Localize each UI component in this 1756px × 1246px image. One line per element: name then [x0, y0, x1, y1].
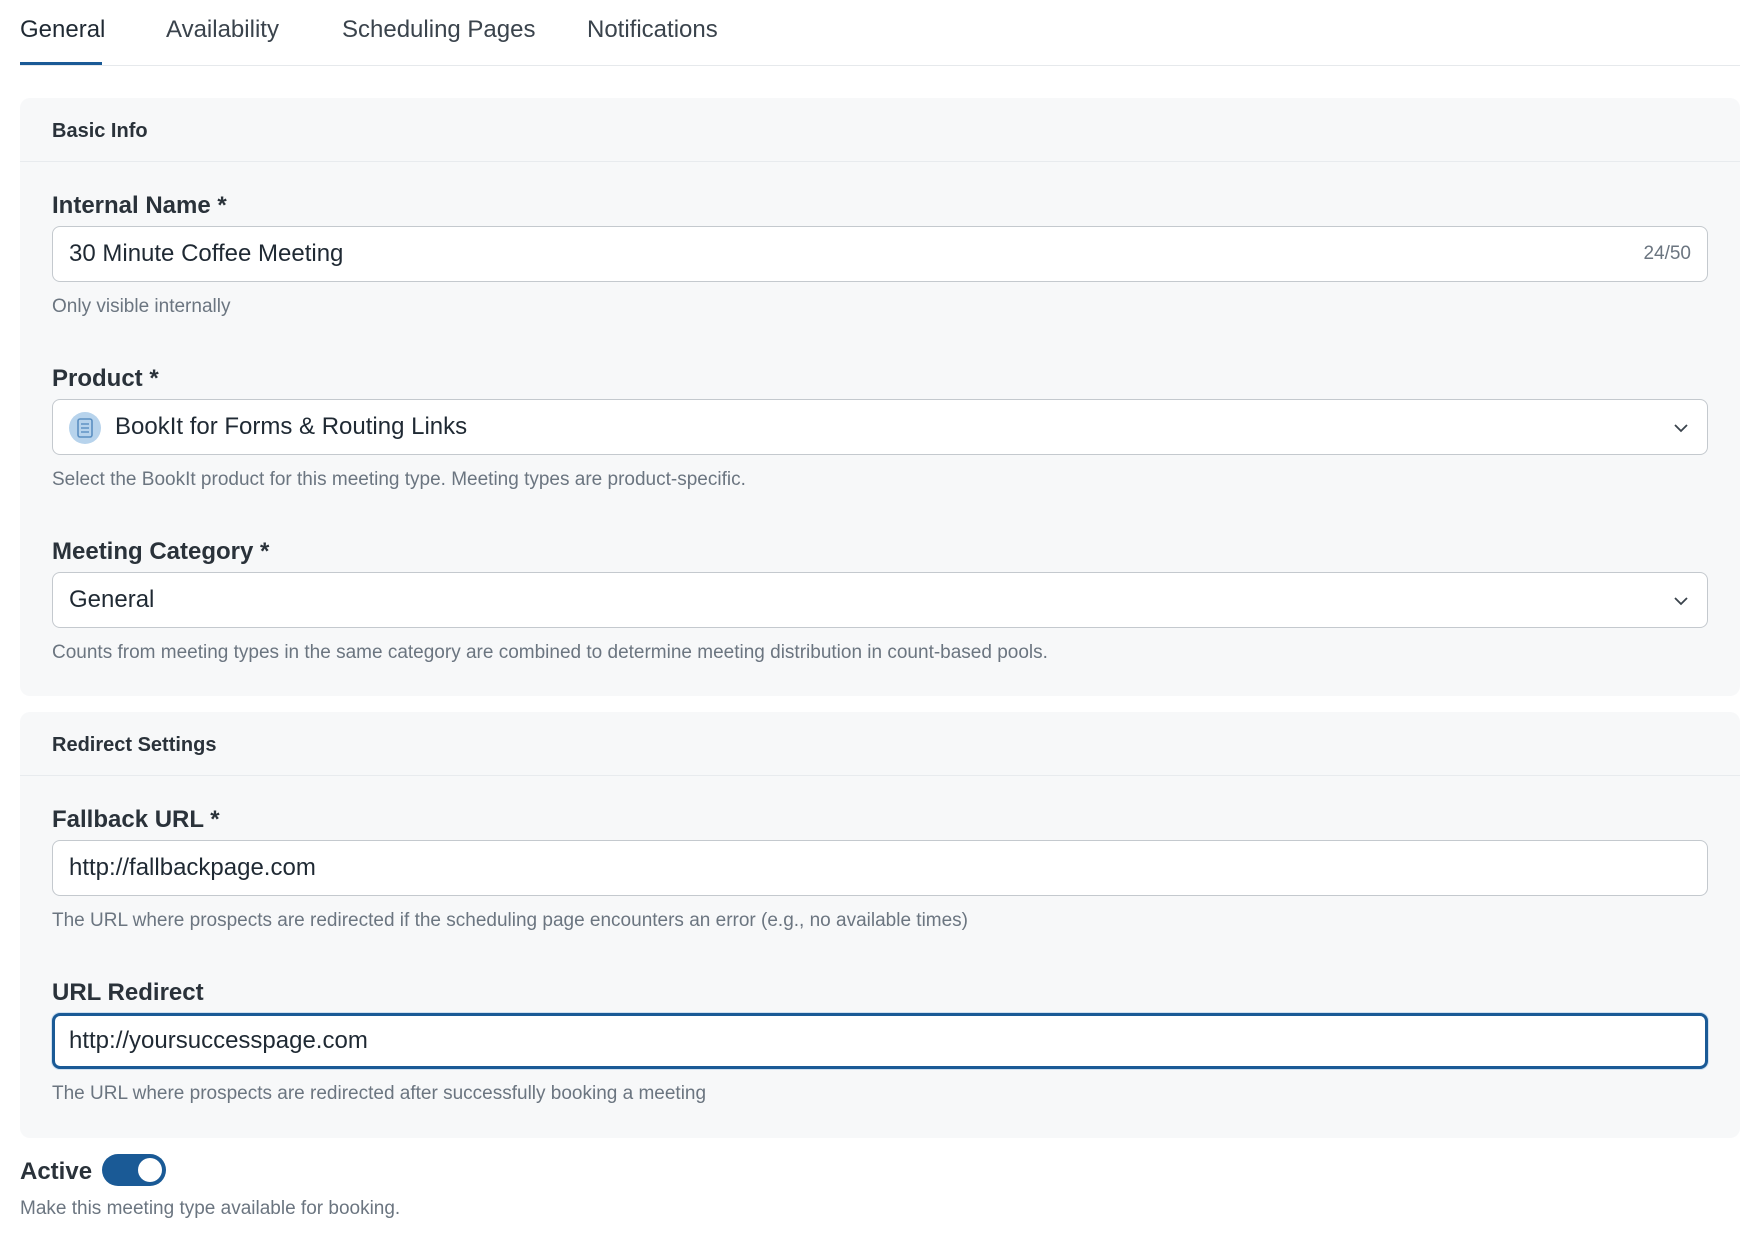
url-redirect-value: http://yoursuccesspage.com	[69, 1027, 368, 1054]
section-title: Redirect Settings	[52, 734, 217, 756]
fallback-url-value: http://fallbackpage.com	[69, 854, 316, 881]
fallback-url-help: The URL where prospects are redirected i…	[52, 910, 969, 931]
document-icon	[69, 412, 101, 444]
tab-availability[interactable]: Availability	[166, 16, 279, 44]
tab-bar: General Availability Scheduling Pages No…	[20, 0, 1740, 66]
chevron-down-icon	[1674, 424, 1688, 433]
product-select[interactable]: BookIt for Forms & Routing Links	[52, 399, 1708, 455]
active-toggle[interactable]	[102, 1154, 166, 1186]
url-redirect-help: The URL where prospects are redirected a…	[52, 1083, 707, 1104]
basic-info-header: Basic Info	[20, 98, 1740, 162]
product-label: Product *	[52, 365, 159, 392]
redirect-settings-section: Redirect Settings Fallback URL * http://…	[20, 712, 1740, 1138]
tab-general[interactable]: General	[20, 16, 105, 44]
internal-name-input[interactable]: 30 Minute Coffee Meeting 24/50	[52, 226, 1708, 282]
character-counter: 24/50	[1643, 243, 1691, 264]
active-label: Active	[20, 1158, 93, 1185]
tab-scheduling-pages[interactable]: Scheduling Pages	[342, 16, 535, 44]
active-help: Make this meeting type available for boo…	[20, 1198, 401, 1219]
chevron-down-icon	[1674, 597, 1688, 606]
meeting-category-label: Meeting Category *	[52, 538, 270, 565]
product-value: BookIt for Forms & Routing Links	[115, 413, 468, 440]
meeting-category-help: Counts from meeting types in the same ca…	[52, 642, 1048, 663]
product-help: Select the BookIt product for this meeti…	[52, 469, 746, 490]
section-title: Basic Info	[52, 120, 148, 142]
toggle-knob	[138, 1158, 162, 1182]
internal-name-value: 30 Minute Coffee Meeting	[69, 240, 344, 267]
meeting-category-value: General	[69, 586, 155, 613]
fallback-url-input[interactable]: http://fallbackpage.com	[52, 840, 1708, 896]
meeting-category-select[interactable]: General	[52, 572, 1708, 628]
redirect-settings-header: Redirect Settings	[20, 712, 1740, 776]
url-redirect-input[interactable]: http://yoursuccesspage.com	[52, 1013, 1708, 1069]
tab-notifications[interactable]: Notifications	[587, 16, 718, 44]
internal-name-help: Only visible internally	[52, 296, 231, 317]
active-tab-indicator	[20, 62, 102, 65]
fallback-url-label: Fallback URL *	[52, 806, 220, 833]
internal-name-label: Internal Name *	[52, 192, 227, 219]
basic-info-section: Basic Info Internal Name * 30 Minute Cof…	[20, 98, 1740, 696]
url-redirect-label: URL Redirect	[52, 979, 204, 1006]
